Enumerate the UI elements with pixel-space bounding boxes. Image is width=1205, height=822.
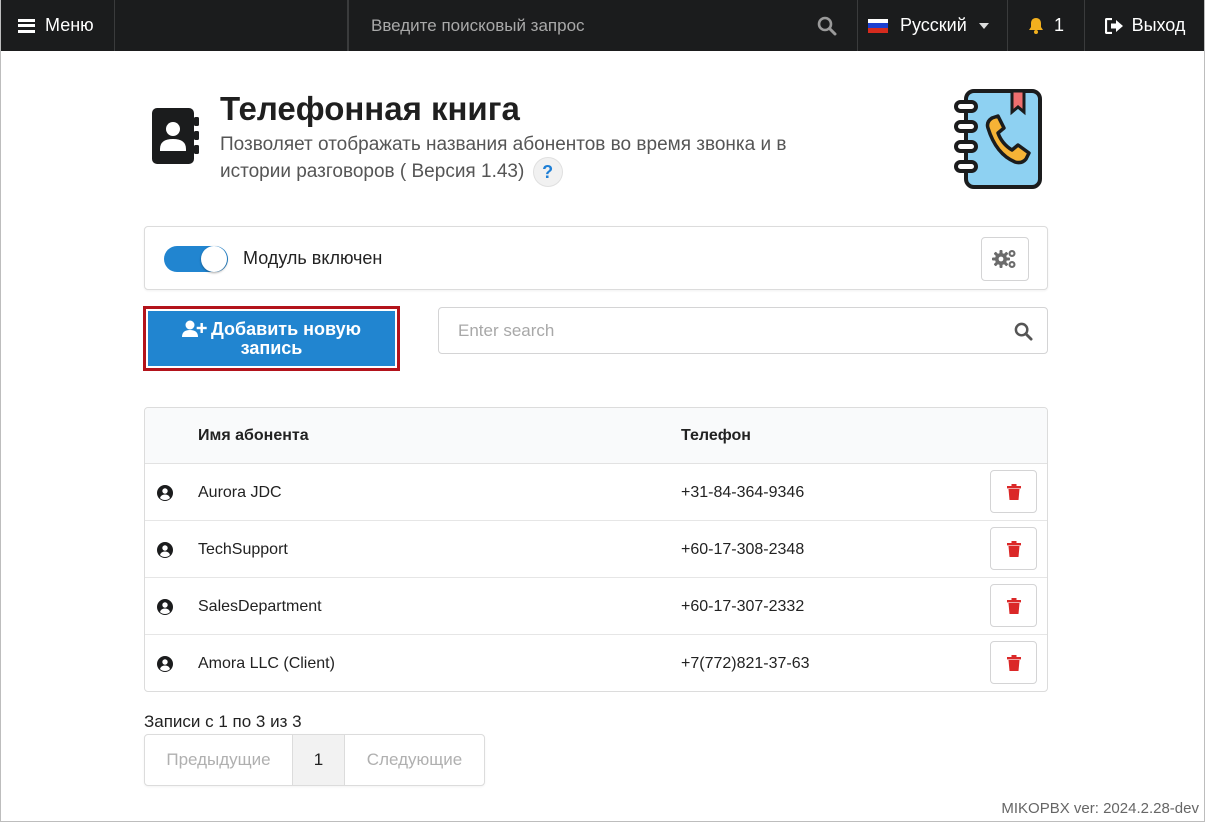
- column-header-phone[interactable]: Телефон: [681, 427, 751, 445]
- user-circle-icon: [157, 542, 173, 558]
- language-label: Русский: [900, 15, 967, 35]
- cogs-icon: [992, 250, 1016, 268]
- previous-page-button[interactable]: Предыдущие: [145, 735, 293, 785]
- add-button-label-line2: запись: [240, 337, 303, 358]
- delete-button[interactable]: [990, 470, 1037, 513]
- delete-button[interactable]: [990, 641, 1037, 684]
- navbar-spacer: [115, 0, 348, 51]
- trash-icon: [1006, 483, 1021, 500]
- contact-phone[interactable]: +31-84-364-9346: [681, 484, 804, 502]
- search-icon[interactable]: [1014, 322, 1033, 341]
- notifications-button[interactable]: 1: [1008, 0, 1085, 51]
- module-settings-button[interactable]: [981, 237, 1029, 281]
- menu-label: Меню: [45, 15, 94, 35]
- contact-name[interactable]: SalesDepartment: [198, 598, 322, 616]
- phone-book-illustration-icon: [954, 89, 1042, 189]
- hamburger-icon: [18, 18, 35, 33]
- table-row[interactable]: SalesDepartment +60-17-307-2332: [145, 578, 1047, 635]
- toggle-knob: [201, 246, 227, 272]
- page-number-button[interactable]: 1: [293, 735, 345, 785]
- contact-phone[interactable]: +60-17-308-2348: [681, 541, 804, 559]
- column-header-name[interactable]: Имя абонента: [198, 427, 309, 445]
- add-button-highlight: Добавить новую запись: [143, 306, 400, 371]
- version-footer: MIKOPBX ver: 2024.2.28-dev: [1001, 800, 1199, 817]
- trash-icon: [1006, 540, 1021, 557]
- help-icon[interactable]: ?: [533, 158, 562, 186]
- table-row[interactable]: Amora LLC (Client) +7(772)821-37-63: [145, 635, 1047, 691]
- top-navbar: Меню Русский 1 Выход: [0, 0, 1205, 51]
- table-row[interactable]: TechSupport +60-17-308-2348: [145, 521, 1047, 578]
- notifications-count: 1: [1053, 15, 1064, 35]
- contact-name[interactable]: Aurora JDC: [198, 484, 282, 502]
- menu-button[interactable]: Меню: [0, 0, 115, 51]
- contact-phone[interactable]: +60-17-307-2332: [681, 598, 804, 616]
- exit-label: Выход: [1131, 15, 1186, 35]
- exit-button[interactable]: Выход: [1085, 0, 1205, 51]
- records-search[interactable]: [438, 307, 1048, 354]
- contact-name[interactable]: TechSupport: [198, 541, 288, 559]
- delete-button[interactable]: [990, 527, 1037, 570]
- add-button-label-line1: Добавить новую: [210, 318, 362, 339]
- sign-out-icon: [1104, 17, 1123, 34]
- trash-icon: [1006, 654, 1021, 671]
- contacts-table: Имя абонента Телефон Aurora JDC +31-84-3…: [144, 407, 1048, 692]
- page-title: Телефонная книга: [220, 90, 520, 127]
- global-search-input[interactable]: [369, 14, 789, 37]
- module-status-label: Модуль включен: [243, 248, 383, 268]
- page-description: Позволяет отображать названия абонентов …: [220, 132, 840, 186]
- bell-icon: [1028, 18, 1043, 34]
- table-header: Имя абонента Телефон: [145, 408, 1047, 464]
- module-enable-toggle[interactable]: [164, 246, 228, 272]
- russia-flag-icon: [868, 18, 888, 33]
- delete-button[interactable]: [990, 584, 1037, 627]
- address-book-icon: [152, 108, 199, 164]
- global-search[interactable]: [348, 0, 858, 51]
- pagination-info: Записи с 1 по 3 из 3: [144, 712, 302, 731]
- contact-name[interactable]: Amora LLC (Client): [198, 655, 335, 673]
- table-row[interactable]: Aurora JDC +31-84-364-9346: [145, 464, 1047, 521]
- module-status-panel: Модуль включен: [144, 226, 1048, 290]
- add-new-record-button[interactable]: Добавить новую запись: [148, 311, 395, 366]
- contact-phone[interactable]: +7(772)821-37-63: [681, 655, 810, 673]
- user-circle-icon: [157, 656, 173, 672]
- search-icon[interactable]: [817, 16, 837, 36]
- user-circle-icon: [157, 599, 173, 615]
- records-search-input[interactable]: [456, 320, 996, 342]
- trash-icon: [1006, 597, 1021, 614]
- pagination: Предыдущие 1 Следующие: [144, 734, 485, 786]
- user-circle-icon: [157, 485, 173, 501]
- user-plus-icon: [181, 320, 207, 337]
- description-text: Позволяет отображать названия абонентов …: [220, 134, 787, 183]
- language-dropdown[interactable]: Русский: [858, 0, 1008, 51]
- next-page-button[interactable]: Следующие: [345, 735, 484, 785]
- caret-down-icon: [978, 22, 989, 29]
